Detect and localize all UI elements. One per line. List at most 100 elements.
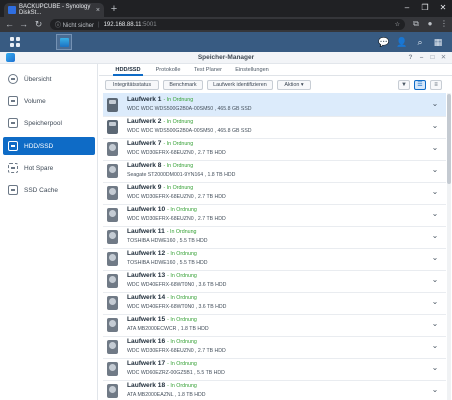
- drive-name: Laufwerk 14- In Ordnung: [127, 294, 197, 301]
- main-menu-icon[interactable]: [10, 37, 20, 47]
- drive-row[interactable]: Laufwerk 17- In Ordnung WDC WD60EZRZ-00G…: [103, 357, 446, 381]
- close-button[interactable]: ✕: [439, 53, 448, 63]
- sidebar-item-hot-spare[interactable]: Hot Spare: [3, 159, 95, 177]
- sidebar-item-label: Volume: [24, 97, 46, 105]
- chat-icon[interactable]: 💬: [378, 36, 390, 48]
- drive-description: WDC WD30EFRX-68EUZN0 , 2.7 TB HDD: [127, 348, 226, 354]
- browser-tab-title: BACKUPCUBE - Synology DiskSt...: [19, 4, 91, 16]
- address-bar[interactable]: ⓘ Nicht sicher | 192.168.88.11 :5001 ☆: [50, 19, 405, 30]
- browser-menu-icon[interactable]: ⋮: [438, 18, 450, 30]
- search-icon[interactable]: ⌕: [414, 36, 426, 48]
- sidebar-item-volume[interactable]: Volume: [3, 92, 95, 110]
- browser-toolbar: ← → ↻ ⓘ Nicht sicher | 192.168.88.11 :50…: [0, 17, 452, 32]
- drive-row[interactable]: Laufwerk 14- In Ordnung WDC WD40EFRX-68W…: [103, 291, 446, 315]
- drive-row[interactable]: Laufwerk 8- In Ordnung Seagate ST2000DM0…: [103, 159, 446, 183]
- integrity-status-button[interactable]: Integritätsstatus: [105, 80, 159, 90]
- drive-row[interactable]: Laufwerk 9- In Ordnung WDC WD30EFRX-68EU…: [103, 181, 446, 205]
- compact-view-icon[interactable]: ≡: [430, 80, 442, 90]
- drive-status: - In Ordnung: [167, 295, 197, 301]
- drive-row[interactable]: Laufwerk 15- In Ordnung ATA MB2000ECWCR …: [103, 313, 446, 337]
- hdd-icon: [107, 230, 118, 244]
- drive-row[interactable]: Laufwerk 7- In Ordnung WDC WD30EFRX-68EU…: [103, 137, 446, 161]
- tab-settings[interactable]: Einstellungen: [231, 64, 273, 76]
- chevron-down-icon[interactable]: ⌄: [430, 297, 440, 307]
- list-view-icon[interactable]: ☰: [414, 80, 426, 90]
- window-close-button[interactable]: ✕: [436, 2, 450, 14]
- chevron-down-icon[interactable]: ⌄: [430, 253, 440, 263]
- security-indicator[interactable]: ⓘ Nicht sicher: [55, 20, 94, 29]
- minimize-button[interactable]: –: [417, 53, 426, 63]
- window-minimize-button[interactable]: –: [400, 2, 414, 14]
- sidebar: Übersicht Volume Speicherpool HDD/SSD Ho…: [0, 64, 98, 400]
- hdd-icon: [107, 186, 118, 200]
- hdd-icon: [107, 274, 118, 288]
- storage-manager-taskbar-icon[interactable]: [56, 34, 72, 50]
- drive-description: WDC WDC WDS500G2B0A-00SM50 , 465.8 GB SS…: [127, 106, 252, 112]
- sidebar-item-storage-pool[interactable]: Speicherpool: [3, 114, 95, 132]
- sidebar-item-overview[interactable]: Übersicht: [3, 70, 95, 88]
- chevron-down-icon[interactable]: ⌄: [430, 143, 440, 153]
- widgets-icon[interactable]: ▦: [432, 36, 444, 48]
- chevron-down-icon[interactable]: ⌄: [430, 275, 440, 285]
- maximize-button[interactable]: □: [428, 53, 437, 63]
- chevron-down-icon[interactable]: ⌄: [430, 99, 440, 109]
- bookmark-star-icon[interactable]: ☆: [395, 21, 400, 28]
- window-maximize-button[interactable]: ❐: [418, 2, 432, 14]
- address-separator: |: [98, 21, 100, 28]
- drive-status: - In Ordnung: [166, 229, 197, 235]
- drive-row[interactable]: Laufwerk 2- In Ordnung WDC WDC WDS500G2B…: [103, 115, 446, 139]
- tab-hdd-ssd[interactable]: HDD/SSD: [113, 64, 143, 76]
- ssd-cache-icon: [8, 185, 18, 195]
- drive-status: - In Ordnung: [163, 141, 194, 147]
- sidebar-item-label: Speicherpool: [24, 119, 62, 127]
- chevron-down-icon[interactable]: ⌄: [430, 363, 440, 373]
- action-dropdown[interactable]: Aktion: [277, 80, 311, 90]
- drive-description: ATA MB2000ECWCR , 1.8 TB HDD: [127, 326, 209, 332]
- profile-icon[interactable]: ●: [424, 18, 436, 30]
- storage-pool-icon: [8, 118, 18, 128]
- drive-row[interactable]: Laufwerk 1- In Ordnung WDC WDC WDS500G2B…: [103, 93, 446, 117]
- drive-name: Laufwerk 9- In Ordnung: [127, 184, 194, 191]
- drive-row[interactable]: Laufwerk 13- In Ordnung WDC WD40EFRX-68W…: [103, 269, 446, 293]
- drive-row[interactable]: Laufwerk 10- In Ordnung WDC WD30EFRX-68E…: [103, 203, 446, 227]
- hdd-icon: [107, 384, 118, 398]
- tab-logs[interactable]: Protokolle: [151, 64, 185, 76]
- sidebar-item-ssd-cache[interactable]: SSD Cache: [3, 181, 95, 199]
- hdd-icon: [107, 208, 118, 222]
- scrollbar[interactable]: [447, 93, 451, 400]
- reload-button[interactable]: ↻: [33, 18, 44, 30]
- drive-name: Laufwerk 12- In Ordnung: [127, 250, 197, 257]
- filter-icon[interactable]: ▼: [398, 80, 410, 90]
- chevron-down-icon[interactable]: ⌄: [430, 187, 440, 197]
- browser-tab[interactable]: BACKUPCUBE - Synology DiskSt... ×: [4, 3, 104, 17]
- chevron-down-icon[interactable]: ⌄: [430, 341, 440, 351]
- drive-row[interactable]: Laufwerk 12- In Ordnung TOSHIBA HDWE160 …: [103, 247, 446, 271]
- identify-drive-button[interactable]: Laufwerk identifizieren: [207, 80, 273, 90]
- scrollbar-thumb[interactable]: [447, 94, 451, 184]
- chevron-down-icon[interactable]: ⌄: [430, 385, 440, 395]
- drive-status: - In Ordnung: [163, 185, 194, 191]
- chevron-down-icon[interactable]: ⌄: [430, 121, 440, 131]
- chevron-down-icon[interactable]: ⌄: [430, 165, 440, 175]
- drive-row[interactable]: Laufwerk 18- In Ordnung ATA MB2000EAZNL …: [103, 379, 446, 400]
- drive-name: Laufwerk 10- In Ordnung: [127, 206, 197, 213]
- drive-status: - In Ordnung: [163, 119, 194, 125]
- sidebar-item-label: Übersicht: [24, 75, 52, 83]
- back-button[interactable]: ←: [4, 18, 15, 30]
- new-tab-button[interactable]: +: [108, 3, 120, 15]
- drive-description: WDC WDC WDS500G2B0A-00SM50 , 465.8 GB SS…: [127, 128, 252, 134]
- drive-row[interactable]: Laufwerk 11- In Ordnung TOSHIBA HDWE160 …: [103, 225, 446, 249]
- tab-test-scheduler[interactable]: Test Planer: [191, 64, 225, 76]
- tab-close-icon[interactable]: ×: [96, 7, 100, 14]
- browser-tab-strip: BACKUPCUBE - Synology DiskSt... × + – ❐ …: [0, 0, 452, 17]
- chevron-down-icon[interactable]: ⌄: [430, 231, 440, 241]
- help-button[interactable]: ?: [406, 53, 415, 63]
- chevron-down-icon[interactable]: ⌄: [430, 319, 440, 329]
- drive-row[interactable]: Laufwerk 16- In Ordnung WDC WD30EFRX-68E…: [103, 335, 446, 359]
- user-icon[interactable]: 👤: [396, 36, 408, 48]
- sidebar-item-hdd-ssd[interactable]: HDD/SSD: [3, 137, 95, 155]
- benchmark-button[interactable]: Benchmark: [163, 80, 203, 90]
- forward-button[interactable]: →: [18, 18, 29, 30]
- chevron-down-icon[interactable]: ⌄: [430, 209, 440, 219]
- extension-icon[interactable]: ⧉: [410, 18, 422, 30]
